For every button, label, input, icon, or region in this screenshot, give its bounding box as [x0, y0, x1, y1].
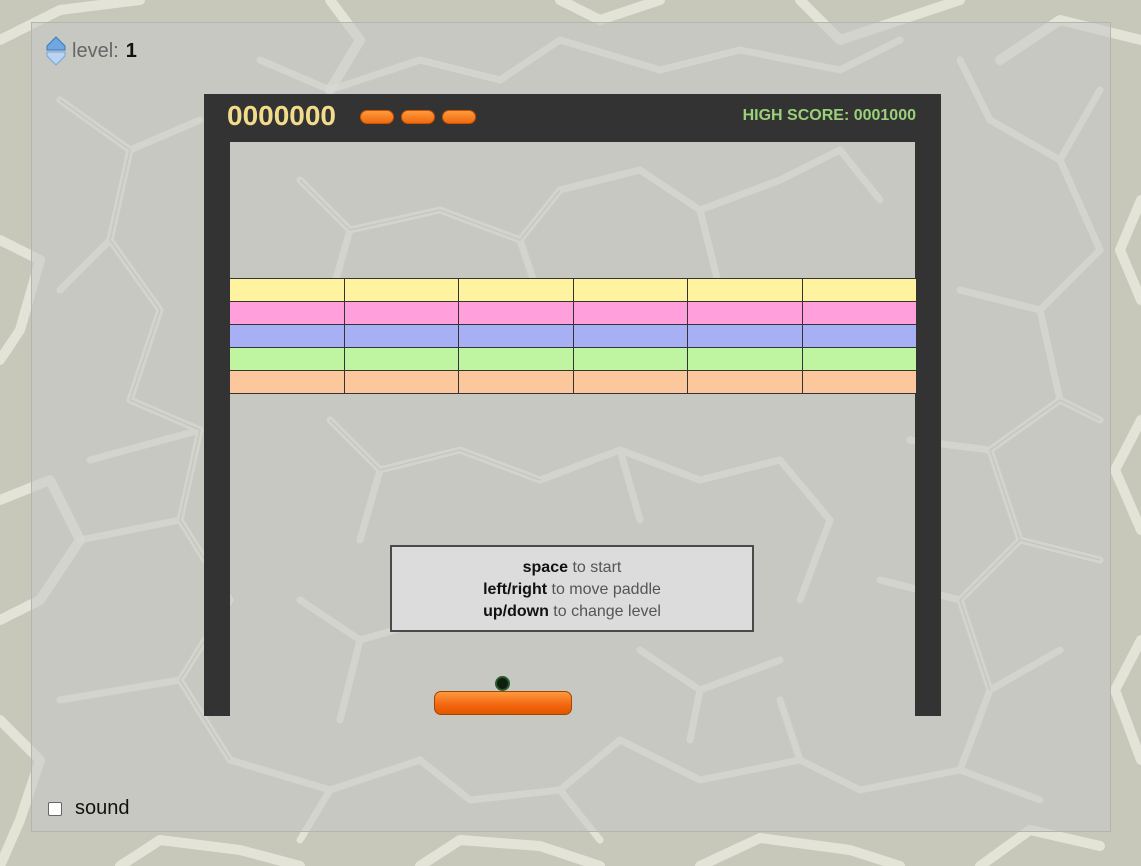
brick	[343, 301, 459, 325]
instruction-key: space	[522, 559, 568, 576]
instruction-key: up/down	[483, 603, 549, 620]
brick-wall	[229, 278, 917, 394]
level-label: level:	[72, 39, 119, 62]
brick	[687, 278, 803, 302]
score-display: 0000000	[227, 100, 337, 131]
brick	[343, 324, 459, 348]
brick	[687, 347, 803, 371]
level-arrows-icon[interactable]	[46, 36, 66, 66]
ball	[495, 676, 510, 691]
brick	[572, 370, 688, 394]
left-wall	[204, 94, 230, 716]
brick	[229, 347, 345, 371]
brick	[572, 301, 688, 325]
instruction-line: space to start	[392, 557, 752, 579]
sound-label: sound	[75, 797, 130, 819]
instruction-key: left/right	[483, 581, 548, 598]
brick	[229, 370, 345, 394]
brick	[343, 370, 459, 394]
brick	[458, 347, 574, 371]
high-score-display: HIGH SCORE: 0001000	[742, 107, 916, 124]
brick	[687, 370, 803, 394]
brick	[229, 301, 345, 325]
brick	[458, 324, 574, 348]
life-icon	[401, 110, 435, 124]
brick	[687, 324, 803, 348]
brick	[572, 278, 688, 302]
instruction-text: to change level	[548, 603, 661, 620]
brick	[801, 370, 917, 394]
brick	[801, 301, 917, 325]
brick	[343, 347, 459, 371]
brick	[801, 347, 917, 371]
paddle	[434, 691, 572, 715]
life-icon	[442, 110, 476, 124]
instruction-text: to move paddle	[547, 581, 661, 598]
sound-checkbox[interactable]	[48, 801, 62, 816]
brick	[458, 278, 574, 302]
brick	[801, 324, 917, 348]
lives-indicator	[360, 110, 483, 124]
brick	[572, 324, 688, 348]
instruction-line: left/right to move paddle	[392, 579, 752, 601]
brick	[572, 347, 688, 371]
level-value: 1	[125, 39, 137, 62]
instruction-line: up/down to change level	[392, 601, 752, 623]
brick	[687, 301, 803, 325]
instruction-text: to start	[568, 559, 622, 576]
sound-toggle[interactable]: sound	[48, 797, 130, 820]
instructions-box: space to start left/right to move paddle u…	[390, 545, 754, 632]
life-icon	[360, 110, 394, 124]
brick	[229, 278, 345, 302]
brick	[229, 324, 345, 348]
level-control: level: 1	[46, 36, 137, 66]
brick	[801, 278, 917, 302]
brick	[343, 278, 459, 302]
brick	[458, 370, 574, 394]
brick	[458, 301, 574, 325]
right-wall	[915, 94, 941, 716]
